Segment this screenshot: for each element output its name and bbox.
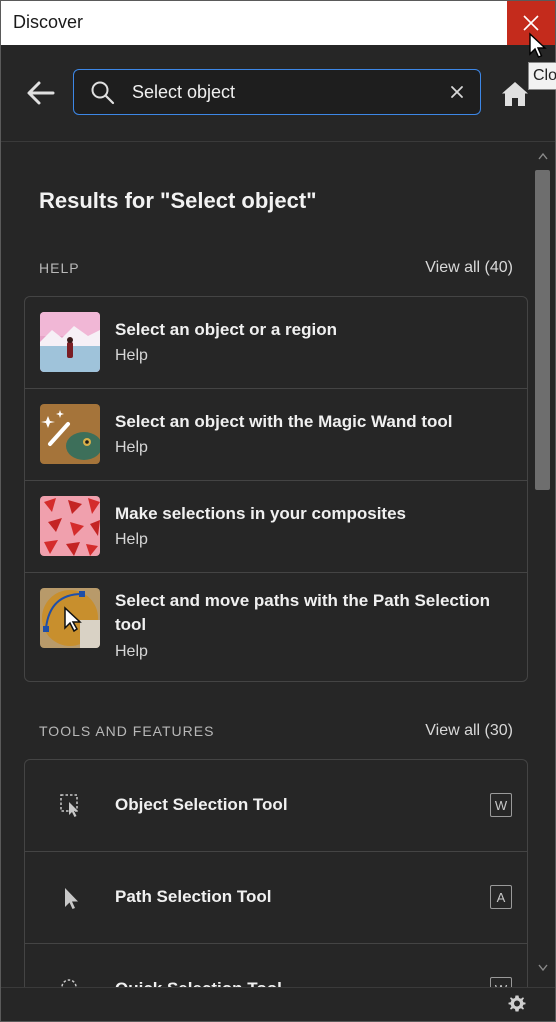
help-item-subtitle: Help	[115, 531, 148, 548]
help-thumbnail	[40, 404, 100, 464]
help-item-title: Select and move paths with the Path Sele…	[115, 591, 491, 634]
tools-results-list: Object Selection Tool W Path Selection T…	[24, 759, 528, 987]
scroll-down-arrow-icon[interactable]	[538, 964, 548, 972]
help-section-label: HELP	[39, 260, 80, 276]
help-thumbnail	[40, 312, 100, 372]
tool-item-path-selection[interactable]: Path Selection Tool A	[25, 852, 527, 944]
gear-icon[interactable]	[507, 994, 527, 1014]
path-selection-tool-icon	[65, 888, 78, 909]
tool-item-object-selection[interactable]: Object Selection Tool W	[25, 760, 527, 852]
help-view-all-link[interactable]: View all (40)	[425, 259, 513, 277]
help-item-composites[interactable]: Make selections in your composites Help	[25, 481, 527, 573]
tool-item-title: Quick Selection Tool	[115, 979, 282, 987]
search-box[interactable]	[73, 69, 481, 115]
tool-item-quick-selection[interactable]: Quick Selection Tool W	[25, 944, 527, 987]
shortcut-badge: W	[490, 793, 512, 817]
arrow-left-icon	[27, 81, 55, 105]
home-icon	[502, 82, 528, 106]
object-selection-tool-icon	[60, 794, 78, 817]
search-input[interactable]	[132, 78, 432, 106]
shortcut-badge: W	[490, 977, 512, 987]
help-results-list: Select an object or a region Help Select…	[24, 296, 528, 682]
title-bar: Discover	[1, 1, 555, 45]
results-heading: Results for "Select object"	[39, 188, 317, 213]
help-thumbnail	[40, 496, 100, 556]
back-button[interactable]	[25, 79, 57, 107]
search-icon	[91, 81, 115, 105]
scroll-up-arrow-icon[interactable]	[538, 152, 548, 160]
help-item-path-selection[interactable]: Select and move paths with the Path Sele…	[25, 573, 527, 681]
help-item-select-object-region[interactable]: Select an object or a region Help	[25, 297, 527, 389]
close-tooltip: Clo	[528, 62, 556, 90]
help-item-magic-wand[interactable]: Select an object with the Magic Wand too…	[25, 389, 527, 481]
footer-bar	[1, 987, 555, 1021]
help-item-title: Make selections in your composites	[115, 504, 406, 523]
tools-section-label: TOOLS AND FEATURES	[39, 723, 215, 739]
help-item-subtitle: Help	[115, 347, 148, 364]
window-title: Discover	[13, 12, 84, 32]
help-item-subtitle: Help	[115, 643, 148, 660]
tool-item-title: Path Selection Tool	[115, 887, 272, 906]
help-item-subtitle: Help	[115, 439, 148, 456]
mouse-cursor-icon	[529, 32, 547, 58]
close-icon	[523, 15, 539, 31]
discover-window: Discover Results for "Select object" HEL…	[0, 0, 556, 1022]
clear-search-icon[interactable]	[448, 83, 466, 101]
tool-item-title: Object Selection Tool	[115, 795, 288, 814]
search-bar-area	[1, 45, 555, 142]
tools-view-all-link[interactable]: View all (30)	[425, 722, 513, 740]
vertical-scrollbar[interactable]	[532, 142, 554, 987]
scrollbar-thumb[interactable]	[535, 170, 550, 490]
help-item-title: Select an object with the Magic Wand too…	[115, 412, 453, 431]
shortcut-badge: A	[490, 885, 512, 909]
home-button[interactable]	[501, 81, 529, 107]
help-thumbnail	[40, 588, 100, 648]
help-item-title: Select an object or a region	[115, 320, 338, 339]
results-panel: Results for "Select object" HELP View al…	[1, 142, 531, 987]
quick-selection-tool-icon	[61, 979, 77, 987]
